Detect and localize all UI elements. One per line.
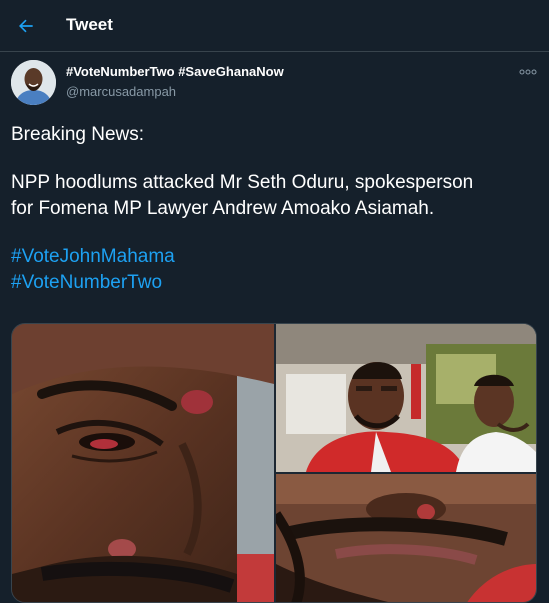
tweet-text: Breaking News: NPP hoodlums attacked Mr … <box>11 122 536 296</box>
media-grid <box>11 323 537 603</box>
more-icon <box>519 69 537 75</box>
tweet-text-line: for Fomena MP Lawyer Andrew Amoako Asiam… <box>11 198 435 219</box>
arrow-left-icon <box>19 19 33 33</box>
photo-injured-lip[interactable] <box>276 474 536 602</box>
top-bar: Tweet <box>0 0 549 52</box>
display-name[interactable]: #VoteNumberTwo #SaveGhanaNow <box>66 64 284 79</box>
avatar[interactable] <box>11 60 56 105</box>
page-title: Tweet <box>66 15 113 34</box>
hashtag-link[interactable]: #VoteJohnMahama <box>11 244 536 270</box>
back-button[interactable] <box>10 10 42 42</box>
hashtag-link[interactable]: #VoteNumberTwo <box>11 270 536 296</box>
tweet-text-line: NPP hoodlums attacked Mr Seth Oduru, spo… <box>11 172 474 193</box>
tweet-text-line: Breaking News: <box>11 124 145 145</box>
more-button[interactable] <box>515 62 541 82</box>
photo-closeup-injured-eye[interactable] <box>12 324 274 602</box>
user-handle[interactable]: @marcusadampah <box>66 84 176 99</box>
photo-in-car[interactable] <box>276 324 536 472</box>
